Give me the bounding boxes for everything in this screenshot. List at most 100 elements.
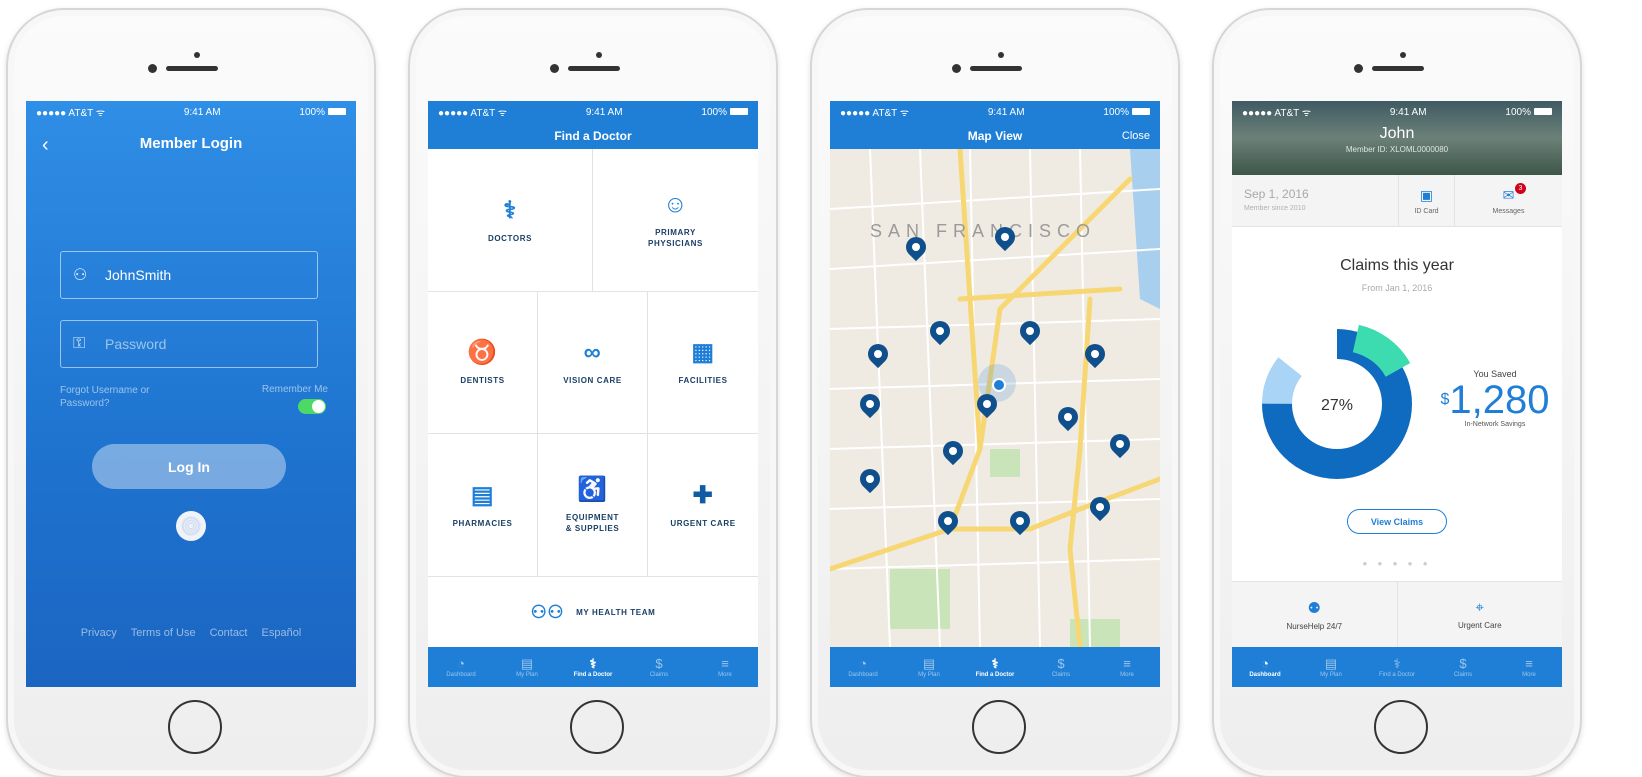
- tab-find-doctor[interactable]: ⚕ Find a Doctor: [965, 656, 1025, 678]
- phone-dashboard: ●●●●● AT&T ᯤ 9:41 AM 100% John Member ID: …: [1212, 8, 1582, 777]
- tab-claims[interactable]: $ Claims: [629, 656, 689, 678]
- tab-claims[interactable]: $ Claims: [1433, 656, 1493, 678]
- contact-link[interactable]: Contact: [210, 627, 248, 639]
- network-savings-label: In-Network Savings: [1464, 421, 1526, 428]
- team-icon: ⚇⚇: [530, 601, 565, 622]
- clipboard-icon: ▤: [1324, 656, 1338, 671]
- quick-actions: ⚉ NurseHelp 24/7 ⌖ Urgent Care: [1232, 581, 1562, 647]
- nurse-icon: ⚉: [1307, 599, 1321, 617]
- map-pin-icon[interactable]: [943, 441, 963, 467]
- savings-amount: $1,280: [1440, 378, 1550, 422]
- my-health-team-button[interactable]: ⚇⚇ MY HEALTH TEAM: [428, 577, 758, 647]
- map-pin-icon[interactable]: [860, 469, 880, 495]
- tab-more[interactable]: ≡ More: [1499, 656, 1559, 678]
- home-button[interactable]: [168, 700, 222, 754]
- menu-icon: ≡: [1123, 656, 1131, 671]
- gauge-icon: ◔: [859, 656, 867, 671]
- sensor: [550, 64, 559, 73]
- password-field[interactable]: ⚿ Password: [60, 320, 318, 368]
- category-dentists[interactable]: ♉ DENTISTS: [428, 292, 538, 434]
- tab-more[interactable]: ≡ More: [695, 656, 755, 678]
- map-pin-icon[interactable]: [1020, 321, 1040, 347]
- sensor: [1354, 64, 1363, 73]
- claims-donut-chart[interactable]: 27%: [1252, 319, 1422, 489]
- id-card-button[interactable]: ▣ ID Card: [1398, 175, 1454, 227]
- tab-claims[interactable]: $ Claims: [1031, 656, 1091, 678]
- building-icon: ▦: [691, 339, 715, 366]
- category-doctors[interactable]: ⚕ DOCTORS: [428, 149, 593, 292]
- camera: [998, 52, 1004, 58]
- member-info-bar: Sep 1, 2016 Member since 2010 ▣ ID Card …: [1232, 175, 1562, 227]
- speaker: [166, 66, 218, 71]
- user-icon: ⚇: [73, 267, 88, 284]
- tab-find-doctor[interactable]: ⚕ Find a Doctor: [1367, 656, 1427, 678]
- category-facilities[interactable]: ▦ FACILITIES: [648, 292, 758, 434]
- gauge-icon: ◔: [1261, 656, 1269, 671]
- privacy-link[interactable]: Privacy: [81, 627, 117, 639]
- username-value: JohnSmith: [105, 267, 172, 283]
- speaker: [568, 66, 620, 71]
- category-urgent-care[interactable]: ✚ URGENT CARE: [648, 434, 758, 577]
- menu-icon: ≡: [721, 656, 729, 671]
- status-bar: ●●●●● AT&T ᯤ 9:41 AM 100%: [428, 101, 758, 123]
- category-vision-care[interactable]: ∞ VISION CARE: [538, 292, 648, 434]
- home-button[interactable]: [972, 700, 1026, 754]
- terms-link[interactable]: Terms of Use: [131, 627, 196, 639]
- page-indicator[interactable]: ● ● ● ● ●: [1232, 559, 1562, 568]
- page-title: Member Login: [139, 135, 243, 152]
- home-button[interactable]: [570, 700, 624, 754]
- map-pin-icon[interactable]: [995, 227, 1015, 253]
- glasses-icon: ∞: [583, 339, 602, 366]
- map-pin-icon[interactable]: [1090, 497, 1110, 523]
- map[interactable]: SAN FRANCISCO: [830, 149, 1160, 647]
- donut-percent: 27%: [1321, 397, 1353, 414]
- map-pin-icon[interactable]: [938, 511, 958, 537]
- tab-dashboard[interactable]: ◔ Dashboard: [431, 656, 491, 678]
- map-pin-icon[interactable]: [860, 394, 880, 420]
- member-name: John: [1379, 125, 1415, 142]
- login-button[interactable]: Log In: [92, 444, 286, 489]
- home-button[interactable]: [1374, 700, 1428, 754]
- language-link[interactable]: Español: [262, 627, 302, 639]
- map-pin-icon[interactable]: [868, 344, 888, 370]
- tab-my-plan[interactable]: ▤ My Plan: [1301, 656, 1361, 678]
- stethoscope-icon: ⚕: [589, 656, 597, 671]
- map-pin-icon[interactable]: [930, 321, 950, 347]
- sensor: [952, 64, 961, 73]
- savings-summary: You Saved $1,280 In-Network Savings: [1440, 369, 1550, 428]
- tab-dashboard[interactable]: ◔ Dashboard: [833, 656, 893, 678]
- tab-find-doctor[interactable]: ⚕ Find a Doctor: [563, 656, 623, 678]
- status-bar: ●●●●● AT&T ᯤ 9:41 AM 100%: [26, 101, 356, 123]
- map-pin-icon[interactable]: [977, 394, 997, 420]
- nursehelp-button[interactable]: ⚉ NurseHelp 24/7: [1232, 582, 1398, 647]
- gauge-icon: ◔: [457, 656, 465, 671]
- forgot-link[interactable]: Forgot Username or Password?: [60, 384, 170, 410]
- tab-dashboard[interactable]: ◔ Dashboard: [1235, 656, 1295, 678]
- tab-bar: ◔ Dashboard ▤ My Plan ⚕ Find a Doctor $ Clai…: [1232, 647, 1562, 687]
- map-pin-icon[interactable]: [906, 237, 926, 263]
- urgent-care-button[interactable]: ⌖ Urgent Care: [1398, 582, 1563, 647]
- close-button[interactable]: Close: [1122, 123, 1150, 149]
- category-pharmacies[interactable]: ▤ PHARMACIES: [428, 434, 538, 577]
- clipboard-icon: ▤: [922, 656, 936, 671]
- tab-more[interactable]: ≡ More: [1097, 656, 1157, 678]
- map-pin-icon[interactable]: [1010, 511, 1030, 537]
- map-pin-icon[interactable]: [1058, 407, 1078, 433]
- tooth-icon: ♉: [467, 339, 498, 366]
- fingerprint-icon[interactable]: [176, 511, 206, 541]
- messages-button[interactable]: ✉ Messages 3: [1454, 175, 1562, 227]
- category-equipment[interactable]: ♿ EQUIPMENT & SUPPLIES: [538, 434, 648, 577]
- remember-toggle[interactable]: [298, 399, 326, 414]
- camera: [194, 52, 200, 58]
- clipboard-icon: ▤: [520, 656, 534, 671]
- view-claims-button[interactable]: View Claims: [1347, 509, 1447, 534]
- claims-subtitle: From Jan 1, 2016: [1361, 283, 1433, 293]
- map-pin-icon[interactable]: [1085, 344, 1105, 370]
- username-field[interactable]: ⚇ JohnSmith: [60, 251, 318, 299]
- physician-icon: ☺: [662, 191, 689, 218]
- tab-my-plan[interactable]: ▤ My Plan: [497, 656, 557, 678]
- pill-bottle-icon: ▤: [470, 481, 495, 509]
- map-pin-icon[interactable]: [1110, 434, 1130, 460]
- category-primary-physicians[interactable]: ☺ PRIMARY PHYSICIANS: [593, 149, 758, 292]
- tab-my-plan[interactable]: ▤ My Plan: [899, 656, 959, 678]
